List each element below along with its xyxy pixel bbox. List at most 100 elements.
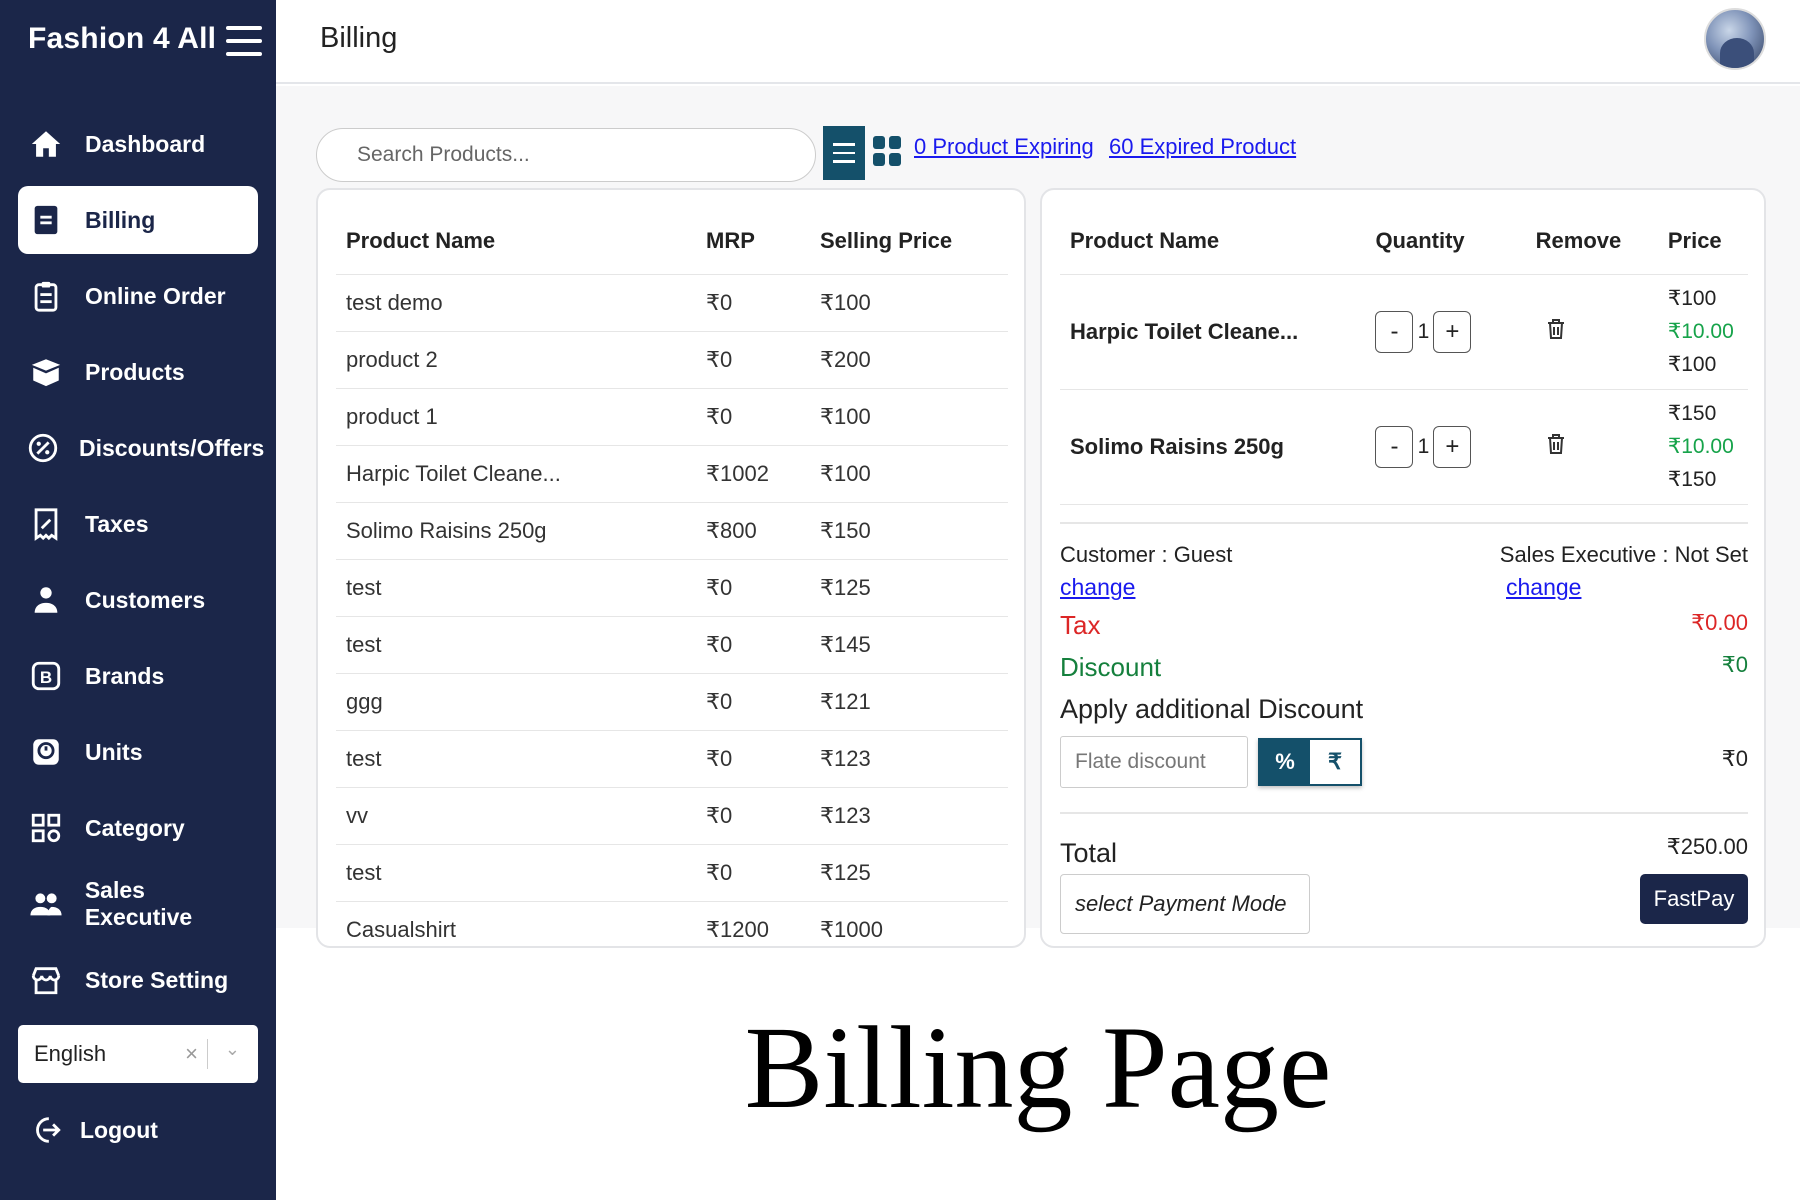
- list-view-icon[interactable]: [823, 126, 865, 180]
- decrease-button[interactable]: -: [1375, 310, 1414, 353]
- table-row[interactable]: test ₹0 ₹123: [336, 730, 1008, 788]
- trash-icon[interactable]: [1544, 316, 1568, 342]
- box-icon: [26, 352, 66, 392]
- table-header-row: Product Name MRP Selling Price: [336, 208, 1008, 275]
- table-row[interactable]: test ₹0 ₹125: [336, 844, 1008, 902]
- discount-icon: [26, 428, 60, 468]
- sidebar-item-label: Category: [85, 814, 185, 841]
- units-icon: [26, 732, 66, 772]
- sidebar-item-category[interactable]: Category: [18, 794, 258, 862]
- price-cell: ₹100 ₹10.00 ₹100: [1657, 274, 1748, 390]
- percent-toggle-button[interactable]: %: [1260, 740, 1310, 784]
- language-value: English: [34, 1041, 107, 1066]
- trash-icon[interactable]: [1544, 431, 1568, 457]
- price-bottom: ₹150: [1667, 468, 1717, 491]
- sidebar-item-discounts[interactable]: Discounts/Offers: [18, 414, 264, 482]
- product-name-cell: test demo: [336, 274, 696, 332]
- sidebar-item-label: Discounts/Offers: [79, 434, 265, 461]
- payment-mode-select[interactable]: select Payment Mode: [1060, 874, 1310, 934]
- price-discount: ₹10.00: [1667, 435, 1734, 458]
- table-row[interactable]: product 2 ₹0 ₹200: [336, 331, 1008, 389]
- hamburger-menu-icon[interactable]: [226, 26, 262, 58]
- selling-price-cell: ₹200: [810, 331, 1008, 389]
- logout-button[interactable]: Logout: [26, 1110, 158, 1150]
- sidebar-item-label: Products: [85, 358, 185, 385]
- product-name-cell: Harpic Toilet Cleane...: [336, 445, 696, 503]
- avatar[interactable]: [1704, 8, 1766, 70]
- clear-icon[interactable]: ×: [185, 1041, 198, 1067]
- price-bottom: ₹100: [1667, 353, 1717, 376]
- remove-cell: [1525, 389, 1658, 505]
- selling-price-cell: ₹125: [810, 844, 1008, 902]
- sidebar-item-online-order[interactable]: Online Order: [18, 262, 258, 330]
- sales-executive-label: Sales Executive : Not Set: [1499, 542, 1748, 567]
- change-customer-link[interactable]: change: [1060, 574, 1135, 601]
- cart-summary: Customer : Guest change Sales Executive …: [1060, 522, 1748, 934]
- cart-product-name: Solimo Raisins 250g: [1060, 389, 1366, 505]
- tax-value: ₹0.00: [1691, 610, 1748, 635]
- mrp-cell: ₹0: [696, 730, 810, 788]
- selling-price-cell: ₹123: [810, 730, 1008, 788]
- rupee-toggle-button[interactable]: ₹: [1310, 740, 1360, 784]
- mrp-cell: ₹0: [696, 388, 810, 446]
- product-name-cell: ggg: [336, 673, 696, 731]
- column-header: Remove: [1525, 208, 1658, 275]
- sidebar-nav: Dashboard Billing Online Order Products …: [18, 110, 264, 1022]
- sidebar-item-units[interactable]: Units: [18, 718, 258, 786]
- search-input[interactable]: [316, 128, 816, 182]
- table-row[interactable]: test ₹0 ₹125: [336, 559, 1008, 617]
- brand-icon: B: [26, 656, 66, 696]
- product-list-panel: Product Name MRP Selling Price test demo…: [316, 188, 1026, 948]
- language-select[interactable]: English × ⌄: [18, 1025, 258, 1083]
- table-row[interactable]: Casualshirt ₹1200 ₹1000: [336, 901, 1008, 946]
- sidebar-item-dashboard[interactable]: Dashboard: [18, 110, 258, 178]
- sidebar-item-label: Store Setting: [85, 966, 229, 993]
- table-row[interactable]: test ₹0 ₹145: [336, 616, 1008, 674]
- selling-price-cell: ₹145: [810, 616, 1008, 674]
- divider: [207, 1039, 208, 1069]
- sidebar-item-products[interactable]: Products: [18, 338, 258, 406]
- increase-button[interactable]: +: [1433, 425, 1472, 468]
- quantity-value: 1: [1417, 319, 1430, 343]
- divider: [1060, 812, 1748, 814]
- flat-discount-input[interactable]: [1060, 736, 1248, 788]
- table-row[interactable]: product 1 ₹0 ₹100: [336, 388, 1008, 446]
- grid-view-icon[interactable]: [873, 136, 901, 166]
- increase-button[interactable]: +: [1433, 310, 1472, 353]
- sidebar-item-store-setting[interactable]: Store Setting: [18, 946, 258, 1014]
- fastpay-button[interactable]: FastPay: [1640, 874, 1748, 924]
- table-row[interactable]: ggg ₹0 ₹121: [336, 673, 1008, 731]
- remove-cell: [1525, 274, 1658, 390]
- store-icon: [26, 960, 66, 1000]
- mrp-cell: ₹0: [696, 673, 810, 731]
- selling-price-cell: ₹123: [810, 787, 1008, 845]
- chevron-down-icon[interactable]: ⌄: [225, 1039, 240, 1060]
- selling-price-cell: ₹1000: [810, 901, 1008, 946]
- sidebar-item-brands[interactable]: B Brands: [18, 642, 258, 710]
- table-row[interactable]: Solimo Raisins 250g ₹800 ₹150: [336, 502, 1008, 560]
- mrp-cell: ₹0: [696, 616, 810, 674]
- clipboard-icon: [26, 276, 66, 316]
- product-table: Product Name MRP Selling Price test demo…: [336, 208, 1008, 946]
- sidebar-item-sales-executive[interactable]: Sales Executive: [18, 870, 258, 938]
- logout-icon: [26, 1110, 66, 1150]
- column-header: Product Name: [1060, 208, 1366, 275]
- product-expiring-link[interactable]: 0 Product Expiring: [914, 134, 1094, 160]
- price-discount: ₹10.00: [1667, 320, 1734, 343]
- table-row[interactable]: test demo ₹0 ₹100: [336, 274, 1008, 332]
- sidebar-item-label: Customers: [85, 586, 206, 613]
- sidebar-item-billing[interactable]: Billing: [18, 186, 258, 254]
- main-content: 0 Product Expiring 60 Expired Product Pr…: [276, 86, 1800, 948]
- table-row[interactable]: vv ₹0 ₹123: [336, 787, 1008, 845]
- sidebar-item-customers[interactable]: Customers: [18, 566, 258, 634]
- sidebar-item-taxes[interactable]: Taxes: [18, 490, 258, 558]
- expired-product-link[interactable]: 60 Expired Product: [1109, 134, 1296, 160]
- quantity-stepper: - 1 +: [1375, 425, 1525, 468]
- selling-price-cell: ₹125: [810, 559, 1008, 617]
- table-row[interactable]: Harpic Toilet Cleane... ₹1002 ₹100: [336, 445, 1008, 503]
- sidebar-item-label: Dashboard: [85, 130, 206, 157]
- quantity-cell: - 1 +: [1365, 389, 1526, 505]
- decrease-button[interactable]: -: [1375, 425, 1414, 468]
- mrp-cell: ₹0: [696, 274, 810, 332]
- change-sales-executive-link[interactable]: change: [1506, 574, 1581, 601]
